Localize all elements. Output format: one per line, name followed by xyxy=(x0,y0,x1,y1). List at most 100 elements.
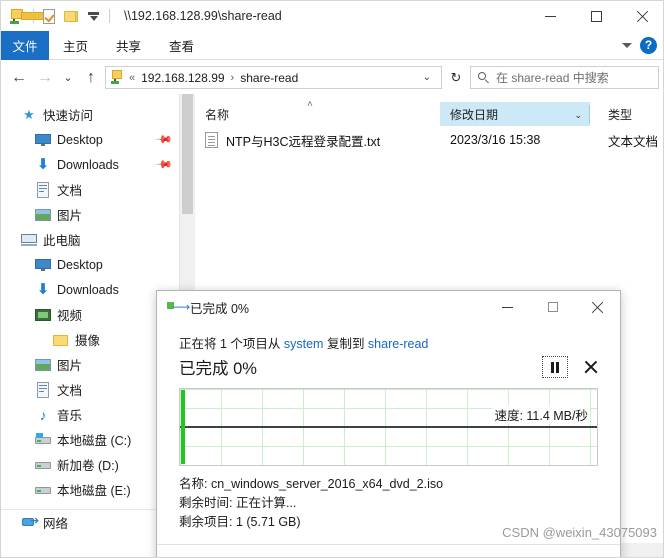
forward-button[interactable]: → xyxy=(33,66,57,90)
sidebar-group-quick-access[interactable]: ★ 快速访问 xyxy=(1,102,179,127)
sidebar-item-pc-documents[interactable]: 文档 xyxy=(1,377,179,402)
column-divider[interactable] xyxy=(589,105,590,123)
sidebar-item-label: 新加卷 (D:) xyxy=(57,459,119,473)
sidebar-item-pc-desktop[interactable]: Desktop xyxy=(1,252,179,277)
breadcrumb-item-host[interactable]: 192.168.128.99 xyxy=(139,70,226,86)
help-icon[interactable]: ? xyxy=(640,36,657,54)
sidebar-item-music[interactable]: ♪ 音乐 xyxy=(1,402,179,427)
refresh-button[interactable]: ↻ xyxy=(444,66,468,89)
sidebar-item-label: 视频 xyxy=(57,309,83,323)
navigation-pane: ★ 快速访问 Desktop 📌 ⬇ Downloads 📌 文档 图片 此电脑… xyxy=(1,94,179,534)
graph-axis-line xyxy=(180,426,597,428)
dialog-close-button[interactable] xyxy=(575,291,620,323)
breadcrumb-overflow[interactable]: « xyxy=(128,72,136,84)
sidebar-item-pc-downloads[interactable]: ⬇ Downloads xyxy=(1,277,179,302)
column-label: 类型 xyxy=(608,107,633,122)
search-box[interactable]: 在 share-read 中搜索 xyxy=(470,66,659,89)
address-bar[interactable]: « 192.168.128.99 › share-read ⌄ xyxy=(105,66,442,89)
file-name-cell[interactable]: NTP与H3C远程登录配置.txt xyxy=(195,131,440,150)
up-button[interactable]: ↑ xyxy=(79,66,103,90)
sidebar-item-drive-d[interactable]: 新加卷 (D:) xyxy=(1,452,179,477)
sidebar-item-desktop[interactable]: Desktop 📌 xyxy=(1,127,179,152)
tab-view[interactable]: 查看 xyxy=(155,31,208,60)
scrollbar-thumb[interactable] xyxy=(182,94,193,214)
dialog-minimize-button[interactable] xyxy=(485,291,530,323)
search-icon xyxy=(478,71,490,84)
network-drive-icon[interactable] xyxy=(9,8,51,25)
table-row[interactable]: NTP与H3C远程登录配置.txt 2023/3/16 15:38 文本文档 xyxy=(195,128,663,152)
maximize-button[interactable] xyxy=(573,1,619,31)
network-drive-icon-small xyxy=(110,70,125,85)
sidebar-item-camera-folder[interactable]: 摄像 xyxy=(1,327,179,352)
dialog-title-bar: ⟶ 已完成 0% xyxy=(157,291,620,323)
this-pc-icon xyxy=(21,232,37,248)
cancel-button[interactable] xyxy=(584,360,598,374)
sidebar-item-label: 图片 xyxy=(57,359,83,373)
pause-icon-bar-right xyxy=(556,361,559,373)
sidebar-item-downloads[interactable]: ⬇ Downloads 📌 xyxy=(1,152,179,177)
music-icon: ♪ xyxy=(39,406,47,423)
column-headers: ˄ 名称 修改日期 ⌄ 类型 xyxy=(195,99,663,126)
sidebar-group-label: 快速访问 xyxy=(43,109,94,123)
customize-dropdown-icon[interactable] xyxy=(85,8,102,25)
dialog-maximize-button[interactable] xyxy=(530,291,575,323)
sidebar-item-drive-e[interactable]: 本地磁盘 (E:) xyxy=(1,477,179,502)
column-header-date[interactable]: 修改日期 ⌄ xyxy=(440,102,590,126)
content-area: ★ 快速访问 Desktop 📌 ⬇ Downloads 📌 文档 图片 此电脑… xyxy=(1,94,663,557)
dialog-body: 正在将 1 个项目从 system 复制到 share-read 已完成 0% xyxy=(157,323,620,557)
ribbon-tabs: 文件 主页 共享 查看 ? xyxy=(1,31,663,60)
column-header-type[interactable]: 类型 xyxy=(590,106,663,123)
maximize-icon xyxy=(590,10,602,22)
progress-controls xyxy=(542,356,598,378)
sidebar-item-drive-c[interactable]: 本地磁盘 (C:) xyxy=(1,427,179,452)
tab-share[interactable]: 共享 xyxy=(102,31,155,60)
sidebar-item-documents[interactable]: 文档 xyxy=(1,177,179,202)
chevron-down-icon[interactable] xyxy=(622,42,632,48)
sidebar-item-label: Downloads xyxy=(57,282,119,297)
folder-icon xyxy=(53,332,69,348)
copy-progress-dialog: ⟶ 已完成 0% 正在将 1 个项目从 system 复制到 share-rea… xyxy=(156,290,621,557)
less-info-toggle[interactable]: ˄ 简略信息 xyxy=(179,545,598,557)
destination-label[interactable]: share-read xyxy=(368,337,428,351)
sidebar-item-pc-pictures[interactable]: 图片 xyxy=(1,352,179,377)
new-folder-icon[interactable] xyxy=(63,8,80,25)
sidebar-item-label: Desktop xyxy=(57,257,103,272)
drive-icon xyxy=(35,457,51,473)
back-button[interactable]: ← xyxy=(7,66,31,90)
sidebar-item-network[interactable]: ➔ 网络 xyxy=(1,509,179,534)
sidebar-item-label: 本地磁盘 (C:) xyxy=(57,434,132,448)
close-icon xyxy=(636,10,649,23)
sidebar-item-label: Desktop xyxy=(57,132,103,147)
sidebar-item-label: 网络 xyxy=(43,516,69,531)
properties-icon[interactable] xyxy=(41,8,58,25)
progress-row: 已完成 0% xyxy=(179,355,598,379)
detail-time-remaining: 剩余时间: 正在计算... xyxy=(179,496,297,510)
detail-name: 名称: cn_windows_server_2016_x64_dvd_2.iso xyxy=(179,477,444,491)
toolbar-divider-2 xyxy=(109,9,110,23)
pause-button[interactable] xyxy=(542,356,568,378)
source-label[interactable]: system xyxy=(284,337,324,351)
sidebar-group-this-pc[interactable]: 此电脑 xyxy=(1,227,179,252)
search-input[interactable]: 在 share-read 中搜索 xyxy=(496,69,609,86)
minimize-icon xyxy=(502,306,513,308)
maximize-icon xyxy=(547,302,558,312)
pin-icon[interactable]: 📌 xyxy=(155,155,174,174)
pin-icon[interactable]: 📌 xyxy=(155,130,174,149)
document-icon xyxy=(35,181,51,198)
chevron-down-icon[interactable]: ⌄ xyxy=(574,110,582,121)
sidebar-item-pictures[interactable]: 图片 xyxy=(1,202,179,227)
address-dropdown-icon[interactable]: ⌄ xyxy=(417,72,437,83)
minimize-button[interactable] xyxy=(527,1,573,31)
recent-locations-button[interactable]: ⌄ xyxy=(59,66,77,90)
tab-home[interactable]: 主页 xyxy=(49,31,102,60)
graph-speed-bar xyxy=(181,390,185,464)
breadcrumb-item-share[interactable]: share-read xyxy=(238,70,300,86)
sidebar-item-videos[interactable]: 视频 xyxy=(1,302,179,327)
column-label: 修改日期 xyxy=(450,107,499,122)
column-header-name[interactable]: ˄ 名称 xyxy=(195,99,440,123)
monitor-icon xyxy=(35,257,51,273)
folder-tree: ★ 快速访问 Desktop 📌 ⬇ Downloads 📌 文档 图片 此电脑… xyxy=(1,94,179,502)
tab-file[interactable]: 文件 xyxy=(1,31,49,60)
close-button[interactable] xyxy=(619,1,663,31)
navigation-bar: ← → ⌄ ↑ « 192.168.128.99 › share-read ⌄ … xyxy=(1,61,663,94)
